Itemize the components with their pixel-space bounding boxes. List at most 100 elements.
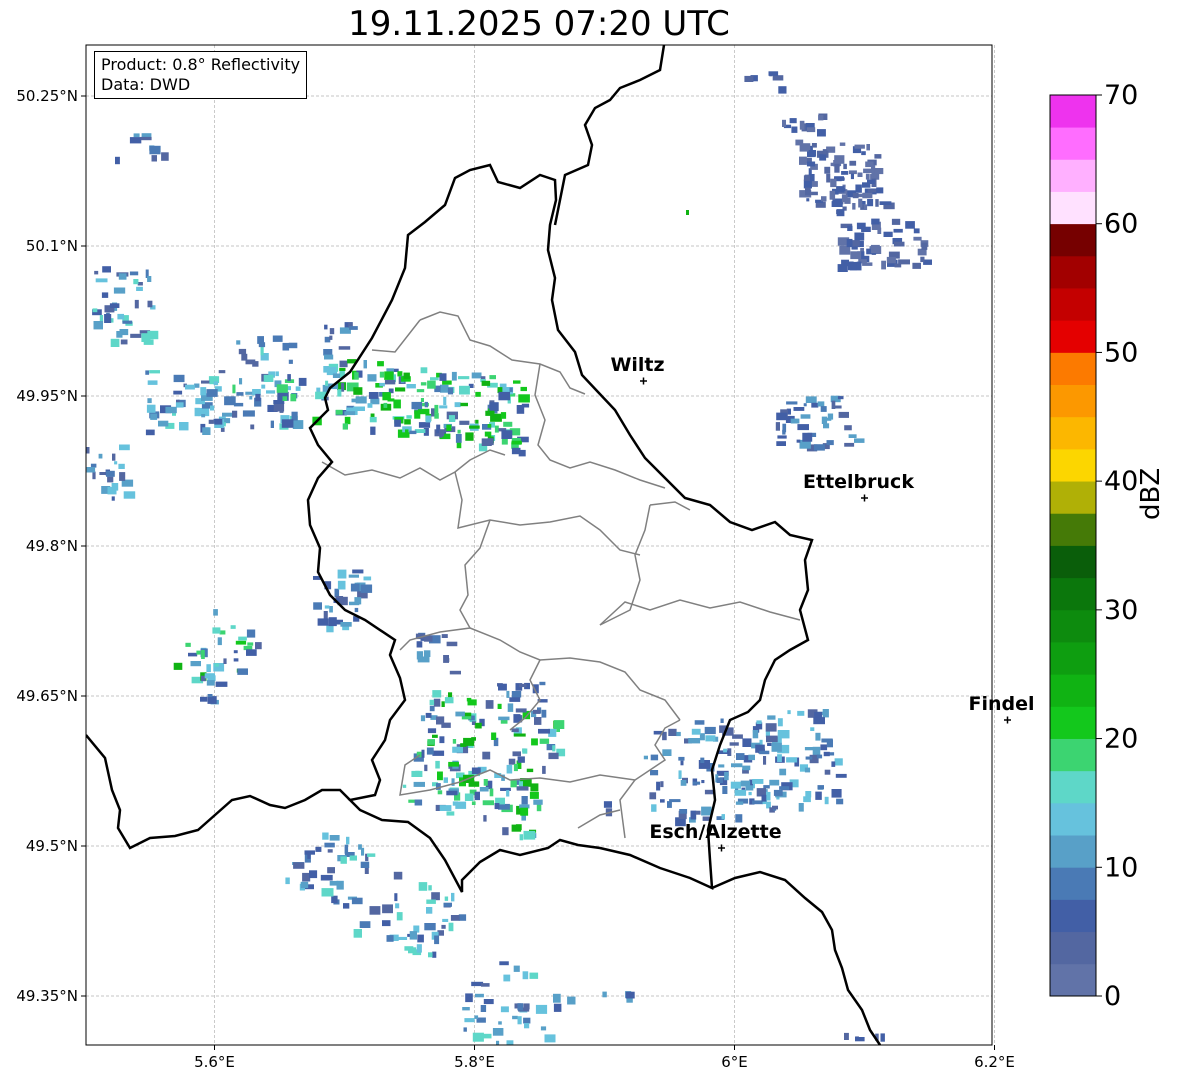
echo-cell — [511, 824, 522, 832]
echo-cell — [346, 836, 350, 845]
echo-cell — [324, 324, 328, 330]
echo-cell — [351, 897, 363, 905]
echo-cell — [875, 199, 879, 207]
echo-cell — [837, 396, 844, 400]
echo-cell — [238, 636, 247, 641]
echo-cell — [850, 173, 854, 180]
echo-cell — [734, 789, 747, 796]
echo-cell — [398, 936, 408, 940]
echo-cell — [236, 392, 244, 396]
echo-cell — [204, 673, 215, 679]
colorbar-segment — [1050, 127, 1096, 160]
echo-cell — [881, 260, 886, 270]
echo-cell — [729, 742, 739, 746]
echo-cell — [818, 115, 824, 121]
echo-cell — [835, 773, 847, 778]
echo-cell — [315, 846, 322, 852]
echo-cell — [879, 201, 892, 205]
echo-cell — [427, 739, 435, 745]
echo-cell — [300, 881, 309, 889]
colorbar-segment — [1050, 223, 1096, 257]
echo-cell — [759, 750, 770, 755]
echo-cell — [443, 396, 447, 406]
echo-cell — [403, 372, 410, 379]
echo-cell — [133, 133, 140, 138]
colorbar-tick-label: 40 — [1104, 466, 1138, 497]
colorbar-segment — [1050, 545, 1096, 579]
echo-cell — [763, 785, 770, 789]
echo-cell — [501, 430, 513, 439]
echo-cell — [893, 228, 903, 233]
echo-cell — [146, 404, 156, 413]
echo-cell — [836, 209, 845, 217]
echo-cell — [137, 282, 143, 286]
echo-cell — [517, 1003, 524, 1011]
echo-cell — [863, 168, 875, 174]
echo-cell — [349, 855, 357, 861]
echo-cell — [463, 712, 472, 717]
echo-cell — [468, 781, 480, 787]
echo-cell — [446, 811, 455, 816]
echo-cell — [553, 993, 561, 1003]
echo-cell — [324, 354, 334, 360]
echo-cell — [718, 764, 725, 768]
echo-cell — [418, 422, 431, 428]
echo-cell — [324, 605, 330, 609]
echo-cell — [680, 760, 684, 766]
echo-cell — [246, 629, 256, 638]
colorbar-segment — [1050, 384, 1096, 418]
echo-cell — [118, 273, 127, 280]
echo-cell — [344, 844, 349, 854]
echo-cell — [518, 394, 530, 403]
echo-cell — [522, 748, 528, 754]
echo-cell — [288, 342, 298, 349]
echo-cell — [439, 405, 448, 409]
echo-cell — [104, 314, 112, 323]
echo-cell — [331, 895, 338, 904]
echo-cell — [201, 650, 205, 659]
echo-cell — [451, 371, 457, 381]
echo-cell — [367, 853, 376, 857]
echo-cell — [459, 385, 470, 395]
echo-cell — [98, 453, 103, 459]
echo-cell — [329, 835, 340, 841]
echo-cell — [797, 710, 805, 716]
echo-cell — [735, 801, 744, 805]
echo-cell — [650, 770, 659, 776]
echo-cell — [509, 387, 513, 392]
echo-cell — [824, 796, 829, 805]
echo-cell — [322, 832, 329, 840]
echo-cell — [475, 419, 479, 424]
echo-cell — [351, 398, 357, 403]
echo-cell — [207, 696, 217, 704]
echo-cell — [420, 715, 426, 722]
echo-cell — [810, 727, 815, 731]
echo-cell — [678, 756, 685, 761]
echo-cell — [482, 751, 491, 760]
echo-cell — [393, 399, 401, 409]
echo-cell — [437, 771, 443, 781]
colorbar-tick-label: 10 — [1104, 852, 1138, 883]
echo-cell — [815, 791, 822, 800]
echo-cell — [466, 697, 472, 702]
echo-cell — [212, 627, 221, 634]
echo-cell — [458, 914, 467, 921]
echo-cell — [701, 806, 712, 816]
echo-cell — [328, 617, 337, 627]
echo-cell — [206, 680, 215, 686]
colorbar-tick-label: 0 — [1104, 981, 1121, 1012]
echo-cell — [454, 402, 461, 408]
echo-cell — [830, 178, 837, 188]
echo-cell — [769, 779, 780, 786]
echo-cell — [455, 434, 462, 443]
echo-cell — [777, 435, 787, 439]
echo-cell — [669, 799, 681, 803]
echo-cell — [481, 983, 490, 987]
echo-cell — [846, 238, 853, 248]
echo-cell — [865, 161, 874, 168]
echo-cell — [533, 799, 543, 805]
echo-cell — [844, 425, 852, 431]
echo-cell — [531, 738, 538, 746]
echo-cell — [270, 420, 274, 428]
echo-cell — [232, 410, 238, 418]
